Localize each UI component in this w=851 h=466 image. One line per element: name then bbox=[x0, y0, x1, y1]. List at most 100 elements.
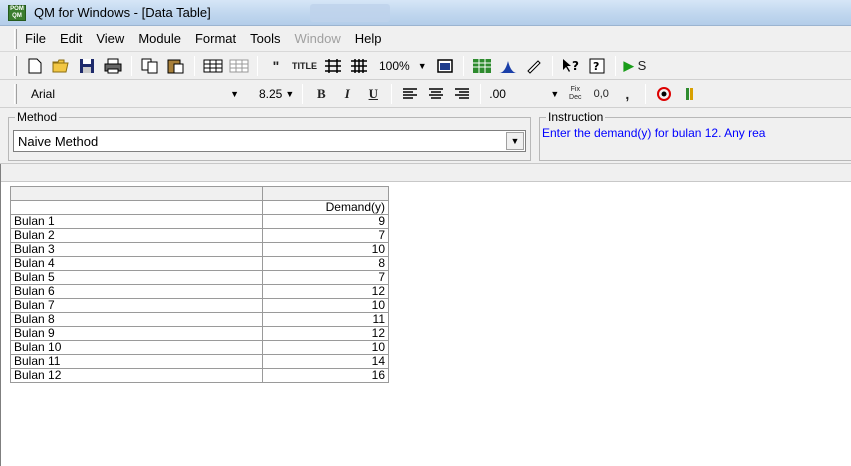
row-name-cell[interactable]: Bulan 2 bbox=[10, 228, 263, 243]
solve-label: S bbox=[637, 58, 647, 73]
spreadsheet-icon[interactable] bbox=[472, 55, 492, 77]
color-format-icon[interactable] bbox=[680, 83, 700, 105]
font-name-select[interactable]: Arial ▼ bbox=[25, 84, 245, 104]
bold-button[interactable]: B bbox=[311, 83, 331, 105]
method-legend: Method bbox=[15, 110, 60, 124]
instruction-text: Enter the demand(y) for bulan 12. Any re… bbox=[542, 126, 766, 140]
format-zero-button[interactable]: 0,0 bbox=[591, 83, 611, 105]
underline-button[interactable]: U bbox=[363, 83, 383, 105]
toolbar-separator bbox=[194, 55, 195, 76]
title-bar-highlight bbox=[310, 4, 390, 22]
row-name-cell[interactable]: Bulan 4 bbox=[10, 256, 263, 271]
demand-cell[interactable]: 14 bbox=[262, 354, 389, 369]
toolbar-separator bbox=[551, 55, 553, 76]
normal-curve-icon[interactable] bbox=[498, 55, 518, 77]
zoom-select[interactable]: 100% bbox=[375, 56, 414, 76]
table-row: Bulan 12 16 bbox=[10, 368, 389, 383]
menu-window[interactable]: Window bbox=[294, 31, 340, 46]
grid-rows-icon[interactable] bbox=[349, 55, 369, 77]
copy-icon[interactable] bbox=[140, 55, 160, 77]
align-left-icon[interactable] bbox=[400, 83, 420, 105]
menu-help[interactable]: Help bbox=[355, 31, 382, 46]
fix-dec-button[interactable]: Fix Dec bbox=[565, 83, 585, 105]
row-name-cell[interactable]: Bulan 11 bbox=[10, 354, 263, 369]
toolbar-grip[interactable] bbox=[14, 55, 17, 76]
row-name-cell[interactable]: Bulan 9 bbox=[10, 326, 263, 341]
demand-cell[interactable]: 10 bbox=[262, 242, 389, 257]
decimal-select[interactable]: .00 ▼ bbox=[489, 84, 559, 104]
pencil-icon[interactable] bbox=[524, 55, 544, 77]
method-instruction-panel: Method Naive Method ▼ Instruction Enter … bbox=[0, 108, 851, 164]
demand-cell[interactable]: 7 bbox=[262, 270, 389, 285]
print-icon[interactable] bbox=[103, 55, 123, 77]
row-name-cell[interactable]: Bulan 7 bbox=[10, 298, 263, 313]
toolbar-separator bbox=[302, 83, 304, 104]
align-center-icon[interactable] bbox=[426, 83, 446, 105]
font-size-select[interactable]: 8.25 ▼ bbox=[259, 84, 294, 104]
comma-button[interactable]: , bbox=[617, 83, 637, 105]
table-row: Bulan 48 bbox=[10, 256, 389, 271]
italic-button[interactable]: I bbox=[337, 83, 357, 105]
grid-columns-icon[interactable] bbox=[323, 55, 343, 77]
menu-format[interactable]: Format bbox=[195, 31, 236, 46]
table-row: Bulan 19 bbox=[10, 214, 389, 229]
chevron-down-icon[interactable]: ▼ bbox=[285, 89, 294, 99]
demand-cell[interactable]: 8 bbox=[262, 256, 389, 271]
demand-cell[interactable]: 10 bbox=[262, 340, 389, 355]
quote-icon[interactable]: " bbox=[266, 55, 286, 77]
context-help-icon[interactable]: ? bbox=[561, 55, 581, 77]
column-header-demand[interactable]: Demand(y) bbox=[262, 200, 389, 215]
demand-cell[interactable]: 16 bbox=[262, 368, 389, 383]
chevron-down-icon[interactable]: ▼ bbox=[418, 61, 427, 71]
no-format-icon[interactable] bbox=[654, 83, 674, 105]
solve-button[interactable]: ▶ S bbox=[624, 55, 647, 77]
header-corner-cell bbox=[10, 186, 263, 201]
svg-text:?: ? bbox=[593, 60, 599, 73]
delete-rows-icon[interactable] bbox=[229, 55, 249, 77]
method-select[interactable]: Naive Method ▼ bbox=[13, 130, 526, 152]
font-name-value: Arial bbox=[31, 86, 56, 101]
menu-module[interactable]: Module bbox=[138, 31, 181, 46]
help-icon[interactable]: ? bbox=[587, 55, 607, 77]
menu-file[interactable]: File bbox=[25, 31, 46, 46]
demand-cell[interactable]: 11 bbox=[262, 312, 389, 327]
open-folder-icon[interactable] bbox=[51, 55, 71, 77]
chevron-down-icon[interactable]: ▼ bbox=[550, 89, 559, 99]
paste-icon[interactable] bbox=[166, 55, 186, 77]
table-row: Bulan 11 14 bbox=[10, 354, 389, 369]
insert-rows-icon[interactable] bbox=[203, 55, 223, 77]
menu-edit[interactable]: Edit bbox=[60, 31, 82, 46]
app-icon[interactable]: POM QM bbox=[8, 4, 26, 21]
menu-tools[interactable]: Tools bbox=[250, 31, 280, 46]
decimal-value: .00 bbox=[489, 86, 506, 101]
window-view-icon[interactable] bbox=[435, 55, 455, 77]
demand-cell[interactable]: 12 bbox=[262, 326, 389, 341]
instruction-group: Instruction Enter the demand(y) for bula… bbox=[539, 110, 851, 161]
row-name-cell[interactable]: Bulan 5 bbox=[10, 270, 263, 285]
app-icon-text: POM QM bbox=[10, 5, 24, 19]
align-right-icon[interactable] bbox=[452, 83, 472, 105]
table-row: Bulan 57 bbox=[10, 270, 389, 285]
column-header-name[interactable] bbox=[10, 200, 263, 215]
grid-title-strip bbox=[1, 164, 851, 182]
new-file-icon[interactable] bbox=[25, 55, 45, 77]
demand-cell[interactable]: 12 bbox=[262, 284, 389, 299]
title-button[interactable]: TITLE bbox=[292, 55, 317, 77]
chevron-down-icon[interactable]: ▼ bbox=[230, 89, 239, 99]
row-name-cell[interactable]: Bulan 6 bbox=[10, 284, 263, 299]
row-name-cell[interactable]: Bulan 8 bbox=[10, 312, 263, 327]
row-name-cell[interactable]: Bulan 12 bbox=[10, 368, 263, 383]
row-name-cell[interactable]: Bulan 10 bbox=[10, 340, 263, 355]
demand-cell[interactable]: 9 bbox=[262, 214, 389, 229]
demand-cell[interactable]: 10 bbox=[262, 298, 389, 313]
table-header-row: Demand(y) bbox=[10, 200, 389, 215]
demand-cell[interactable]: 7 bbox=[262, 228, 389, 243]
menu-view[interactable]: View bbox=[96, 31, 124, 46]
toolbar-grip[interactable] bbox=[14, 83, 17, 104]
chevron-down-icon[interactable]: ▼ bbox=[506, 132, 524, 150]
row-name-cell[interactable]: Bulan 1 bbox=[10, 214, 263, 229]
row-name-cell[interactable]: Bulan 3 bbox=[10, 242, 263, 257]
table-header-top bbox=[10, 186, 389, 201]
menu-grip[interactable] bbox=[14, 28, 17, 49]
save-icon[interactable] bbox=[77, 55, 97, 77]
